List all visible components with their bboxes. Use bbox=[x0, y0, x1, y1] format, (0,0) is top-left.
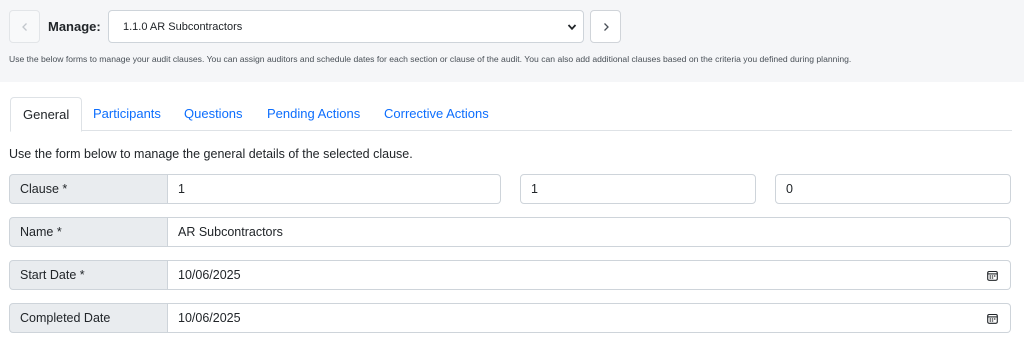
clause-part1-input[interactable]: 1 bbox=[168, 174, 501, 204]
help-text: Use the below forms to manage your audit… bbox=[9, 54, 852, 64]
clause-select[interactable]: 1.1.0 AR Subcontractors bbox=[108, 10, 584, 43]
chevron-left-icon bbox=[21, 22, 27, 31]
tab-general[interactable]: General bbox=[10, 97, 83, 132]
chevron-down-icon bbox=[567, 24, 577, 31]
completed-date-input[interactable]: 10/06/2025 bbox=[168, 303, 1011, 333]
clause-part2-input[interactable]: 1 bbox=[520, 174, 756, 204]
clause-label: Clause * bbox=[9, 174, 168, 204]
start-date-label: Start Date * bbox=[9, 260, 168, 290]
calendar-icon[interactable] bbox=[987, 313, 998, 324]
completed-date-label: Completed Date bbox=[9, 303, 168, 333]
chevron-right-icon bbox=[603, 22, 609, 31]
tab-corrective-actions[interactable]: Corrective Actions bbox=[384, 97, 489, 131]
clause-select-value: 1.1.0 AR Subcontractors bbox=[123, 21, 243, 33]
tab-pending-actions[interactable]: Pending Actions bbox=[267, 97, 360, 131]
manage-toolbar: Manage: 1.1.0 AR Subcontractors Use the … bbox=[0, 0, 1024, 82]
clause-part3-input[interactable]: 0 bbox=[775, 174, 1011, 204]
next-clause-button[interactable] bbox=[590, 10, 621, 43]
calendar-icon[interactable] bbox=[987, 270, 998, 281]
manage-label: Manage: bbox=[48, 19, 101, 34]
tab-questions[interactable]: Questions bbox=[184, 97, 243, 131]
completed-date-value: 10/06/2025 bbox=[178, 311, 241, 325]
start-date-value: 10/06/2025 bbox=[178, 268, 241, 282]
name-label: Name * bbox=[9, 217, 168, 247]
name-input[interactable]: AR Subcontractors bbox=[168, 217, 1011, 247]
start-date-input[interactable]: 10/06/2025 bbox=[168, 260, 1011, 290]
previous-clause-button[interactable] bbox=[9, 10, 40, 43]
tab-participants[interactable]: Participants bbox=[93, 97, 161, 131]
tab-bar: General Participants Questions Pending A… bbox=[10, 97, 1012, 132]
form-intro: Use the form below to manage the general… bbox=[9, 147, 413, 161]
